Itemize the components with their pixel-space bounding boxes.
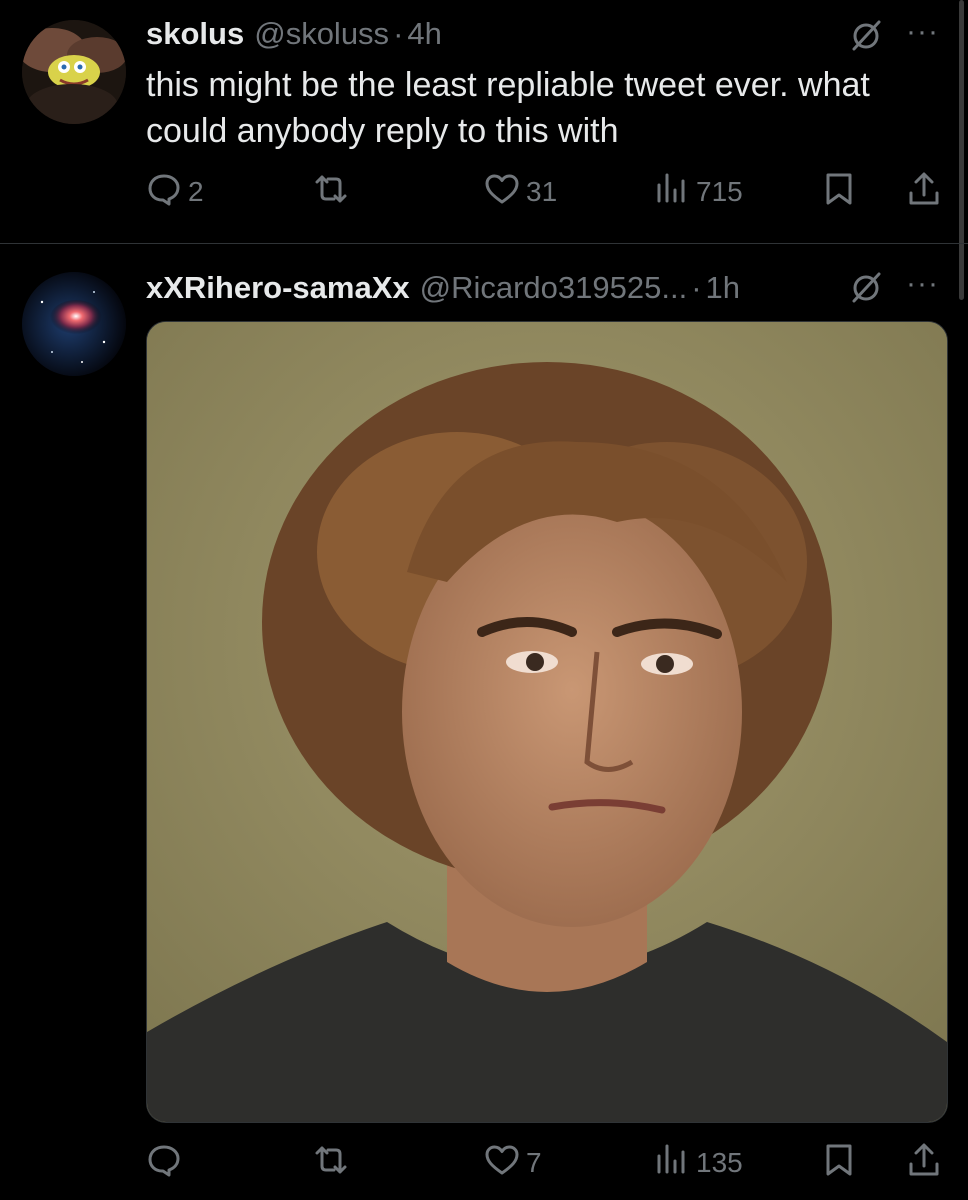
more-options-icon[interactable]: ··· bbox=[906, 17, 939, 47]
views-button[interactable]: 715 bbox=[654, 167, 743, 217]
like-count: 7 bbox=[526, 1147, 542, 1178]
tweet-header: skolus @skoluss · 4h bbox=[146, 14, 442, 54]
timestamp[interactable]: 1h bbox=[706, 270, 740, 306]
reply-button[interactable] bbox=[146, 1138, 188, 1188]
reply-button[interactable]: 2 bbox=[146, 167, 204, 217]
repost-button[interactable] bbox=[313, 1138, 355, 1188]
share-icon bbox=[906, 171, 942, 214]
more-options-icon[interactable]: ··· bbox=[906, 269, 939, 299]
heart-icon bbox=[484, 171, 520, 214]
views-button[interactable]: 135 bbox=[654, 1138, 743, 1188]
bookmark-button[interactable] bbox=[821, 167, 857, 217]
repost-button[interactable] bbox=[313, 167, 355, 217]
heart-icon bbox=[484, 1142, 520, 1185]
bookmark-button[interactable] bbox=[821, 1138, 857, 1188]
reply-icon bbox=[146, 171, 182, 214]
share-button[interactable] bbox=[906, 1138, 942, 1188]
views-icon bbox=[654, 1142, 690, 1185]
tweet-text: this might be the least repliable tweet … bbox=[146, 66, 870, 150]
bookmark-icon bbox=[821, 171, 857, 214]
display-name[interactable]: xXRihero-samaXx bbox=[146, 270, 410, 306]
display-name[interactable]: skolus bbox=[146, 16, 244, 52]
like-button[interactable]: 7 bbox=[484, 1138, 542, 1188]
grok-icon[interactable] bbox=[848, 18, 884, 54]
view-count: 715 bbox=[696, 176, 743, 207]
tweet[interactable]: skolus @skoluss · 4h ··· this might be t… bbox=[0, 0, 968, 243]
tweet-media-image[interactable] bbox=[146, 321, 948, 1123]
tweet[interactable]: xXRihero-samaXx @Ricardo319525... · 1h ·… bbox=[0, 243, 968, 1200]
tweet-actions: 2 31 715 bbox=[0, 167, 968, 217]
share-button[interactable] bbox=[906, 167, 942, 217]
views-icon bbox=[654, 171, 690, 214]
grok-icon[interactable] bbox=[848, 270, 884, 306]
like-button[interactable]: 31 bbox=[484, 167, 557, 217]
like-count: 31 bbox=[526, 176, 558, 207]
bookmark-icon bbox=[821, 1142, 857, 1185]
separator: · bbox=[393, 16, 404, 51]
user-handle[interactable]: @Ricardo319525... bbox=[420, 270, 688, 306]
reply-icon bbox=[146, 1142, 182, 1185]
share-icon bbox=[906, 1142, 942, 1185]
reply-count: 2 bbox=[188, 176, 204, 207]
repost-icon bbox=[313, 1142, 349, 1185]
user-handle[interactable]: @skoluss bbox=[254, 16, 389, 52]
separator: · bbox=[691, 270, 702, 305]
avatar[interactable] bbox=[22, 272, 126, 376]
view-count: 135 bbox=[696, 1147, 743, 1178]
tweet-header: xXRihero-samaXx @Ricardo319525... · 1h bbox=[146, 268, 740, 308]
avatar[interactable] bbox=[22, 20, 126, 124]
timestamp[interactable]: 4h bbox=[407, 16, 441, 52]
tweet-actions: 7 135 bbox=[0, 1138, 968, 1188]
repost-icon bbox=[313, 171, 349, 214]
